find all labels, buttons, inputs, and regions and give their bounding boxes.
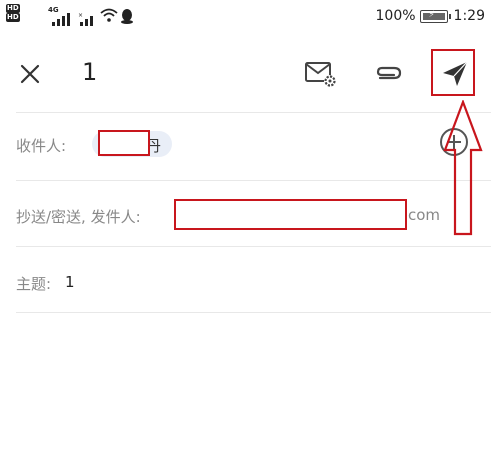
clock: 1:29: [453, 8, 485, 24]
subject-input[interactable]: 1: [65, 273, 75, 291]
hd-badge-top: HD: [6, 4, 20, 13]
charging-bolt-icon: ⚡: [428, 9, 435, 20]
recipient-label: 收件人:: [16, 137, 67, 155]
divider: [16, 112, 491, 113]
mail-settings-icon: [305, 62, 336, 87]
compose-toolbar: 1: [0, 40, 491, 108]
close-button[interactable]: [14, 58, 46, 90]
divider: [16, 312, 491, 313]
sender-address-suffix: com: [408, 206, 441, 224]
status-bar: HD HD 4G × 100% ⚡ 1:29: [0, 0, 491, 34]
subject-label: 主题:: [16, 275, 52, 293]
draft-title: 1: [82, 58, 98, 86]
battery-percent: 100%: [375, 8, 416, 24]
close-icon: [20, 64, 40, 84]
divider: [16, 246, 491, 247]
status-right: 100% ⚡ 1:29: [376, 6, 485, 26]
annotation-arrow: [443, 100, 483, 236]
hd-indicator: HD HD: [6, 4, 22, 22]
cc-bcc-from-label[interactable]: 抄送/密送, 发件人:: [16, 206, 141, 227]
signal-strength-icon: [52, 13, 70, 26]
mail-settings-button[interactable]: [303, 56, 339, 92]
wifi-icon: [100, 8, 118, 22]
signal-strength-2-icon: ×: [78, 12, 93, 26]
sender-redaction-box: [174, 199, 407, 230]
svg-text:×: ×: [78, 12, 83, 19]
attach-button[interactable]: [370, 56, 406, 92]
qq-penguin-icon: [121, 9, 133, 24]
recipient-redaction-box: [98, 130, 150, 156]
hd-badge-bottom: HD: [6, 13, 20, 22]
divider: [16, 180, 491, 181]
paperclip-icon: [376, 66, 402, 80]
battery-icon: ⚡: [419, 9, 451, 23]
send-highlight-box: [431, 49, 475, 96]
